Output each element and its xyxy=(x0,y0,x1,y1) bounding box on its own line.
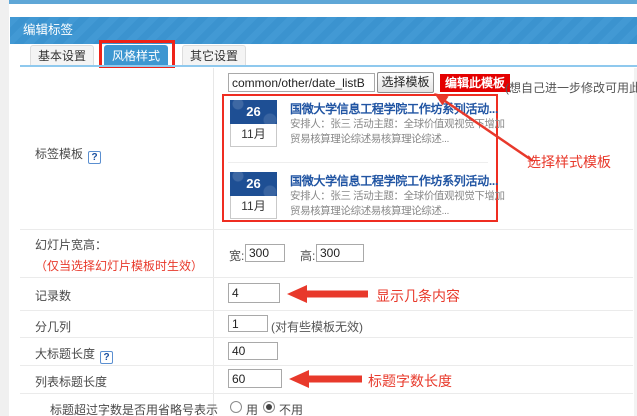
tab-other-settings[interactable]: 其它设置 xyxy=(182,45,246,66)
record-count-label: 记录数 xyxy=(35,287,71,304)
date-month: 11月 xyxy=(230,124,277,147)
row-divider xyxy=(20,337,633,338)
tab-underline xyxy=(20,65,637,67)
template-path-input[interactable] xyxy=(228,73,375,92)
title-length-arrow-icon xyxy=(289,370,362,388)
row-divider xyxy=(20,310,633,311)
help-icon[interactable]: ? xyxy=(100,351,113,364)
preview-description: 安排人：张三 活动主题：全球价值观视觉下增加 贸易核算理论综述易核算理论综述..… xyxy=(290,117,494,147)
form-column-divider xyxy=(213,68,214,416)
tab-style-settings[interactable]: 风格样式 xyxy=(104,45,168,66)
panel-titlebar: 编辑标签 xyxy=(10,17,637,44)
ellipsis-label: 标题超过字数是否用省略号表示 xyxy=(50,401,218,416)
date-box: 26 11月 xyxy=(230,100,277,147)
top-accent-strip xyxy=(9,0,637,4)
annotation-record-count: 显示几条内容 xyxy=(376,286,460,306)
big-title-length-label: 大标题长度? xyxy=(35,345,113,364)
preview-title-link[interactable]: 国微大学信息工程学院工作坊系列活动... xyxy=(290,172,494,189)
row-divider xyxy=(20,229,633,230)
select-template-button[interactable]: 选择模板 xyxy=(377,72,434,93)
date-day: 26 xyxy=(230,100,277,124)
slide-size-label: 幻灯片宽高： xyxy=(35,236,107,253)
width-input[interactable] xyxy=(245,244,285,262)
record-count-arrow-icon xyxy=(287,285,368,303)
tab-basic-settings[interactable]: 基本设置 xyxy=(30,45,94,66)
list-title-length-input[interactable] xyxy=(228,369,282,388)
template-label: 标签模板? xyxy=(35,145,101,164)
list-title-length-label: 列表标题长度 xyxy=(35,373,107,390)
preview-list-item: 26 11月 国微大学信息工程学院工作坊系列活动... 安排人：张三 活动主题：… xyxy=(230,98,492,150)
columns-hint: (对有些模板无效) xyxy=(271,318,363,335)
columns-input[interactable] xyxy=(228,315,268,332)
width-label: 宽: xyxy=(229,247,244,264)
preview-description: 安排人：张三 活动主题：全球价值观视觉下增加 贸易核算理论综述易核算理论综述..… xyxy=(290,189,494,219)
radio-no-ellipsis[interactable] xyxy=(263,401,275,413)
edit-template-hint: (想自己进一步修改可用此功能) xyxy=(505,79,637,96)
annotation-title-length: 标题字数长度 xyxy=(368,371,452,391)
radio-no-label[interactable]: 不用 xyxy=(279,401,303,416)
edit-tag-page: 编辑标签 基本设置 风格样式 其它设置 标签模板? 选择模板 编辑此模板 (想自… xyxy=(0,0,637,416)
slide-size-note: （仅当选择幻灯片模板时生效） xyxy=(35,257,203,274)
preview-title-link[interactable]: 国微大学信息工程学院工作坊系列活动... xyxy=(290,100,494,117)
radio-use-ellipsis[interactable] xyxy=(230,401,242,413)
row-divider xyxy=(20,277,633,278)
height-input[interactable] xyxy=(316,244,364,262)
row-divider xyxy=(20,393,633,394)
template-preview-box: 26 11月 国微大学信息工程学院工作坊系列活动... 安排人：张三 活动主题：… xyxy=(222,94,498,222)
annotation-select-template: 选择样式模板 xyxy=(527,152,611,172)
height-label: 高: xyxy=(300,247,315,264)
row-divider xyxy=(20,365,633,366)
radio-use-label[interactable]: 用 xyxy=(246,401,258,416)
date-box: 26 11月 xyxy=(230,172,277,219)
columns-label: 分几列 xyxy=(35,318,71,335)
preview-item-separator xyxy=(228,162,488,163)
big-title-length-input[interactable] xyxy=(228,342,278,360)
page-title: 编辑标签 xyxy=(23,23,73,37)
date-day: 26 xyxy=(230,172,277,196)
edit-template-button[interactable]: 编辑此模板 xyxy=(440,74,510,92)
date-month: 11月 xyxy=(230,196,277,219)
left-gutter xyxy=(0,0,9,416)
help-icon[interactable]: ? xyxy=(88,151,101,164)
record-count-input[interactable] xyxy=(228,283,280,303)
preview-list-item: 26 11月 国微大学信息工程学院工作坊系列活动... 安排人：张三 活动主题：… xyxy=(230,170,492,222)
